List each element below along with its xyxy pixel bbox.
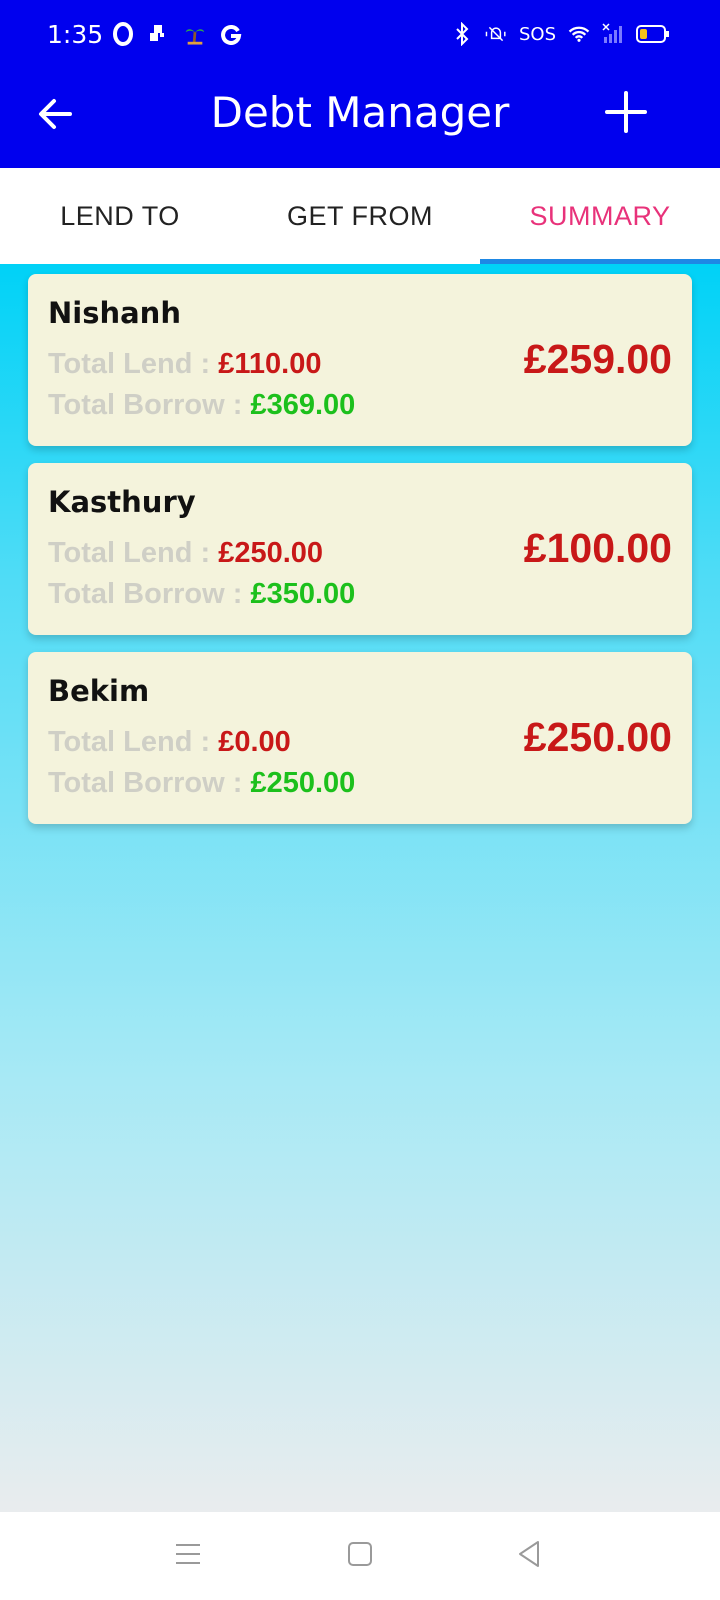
total-borrow-label: Total Borrow :: [48, 767, 251, 799]
tab-summary[interactable]: SUMMARY: [480, 168, 720, 264]
signal-icon: [602, 22, 624, 46]
summary-card[interactable]: Bekim Total Lend : £0.00 Total Borrow : …: [28, 652, 692, 824]
total-borrow-row: Total Borrow : £369.00: [48, 389, 355, 422]
summary-card[interactable]: Kasthury Total Lend : £250.00 Total Borr…: [28, 463, 692, 635]
total-lend-label: Total Lend :: [48, 726, 219, 758]
tab-get-from[interactable]: GET FROM: [240, 168, 480, 264]
total-borrow-label: Total Borrow :: [48, 389, 251, 421]
total-borrow-value: £250.00: [250, 767, 356, 799]
wifi-icon: [568, 22, 590, 46]
total-lend-value: £0.00: [218, 726, 291, 758]
summary-list: Nishanh Total Lend : £110.00 Total Borro…: [0, 264, 720, 1512]
total-lend-row: Total Lend : £110.00: [48, 348, 321, 381]
system-nav-bar: [0, 1512, 720, 1600]
bluetooth-icon: [451, 22, 473, 46]
total-lend-row: Total Lend : £250.00: [48, 537, 323, 570]
back-nav-button[interactable]: [514, 1538, 546, 1570]
google-icon: [220, 22, 242, 46]
notification-icon: [148, 22, 170, 46]
vibrate-mute-icon: [485, 22, 507, 46]
status-left-icons: [112, 22, 242, 46]
net-total: £100.00: [523, 525, 672, 571]
total-borrow-row: Total Borrow : £250.00: [48, 767, 355, 800]
tab-lend-to[interactable]: LEND TO: [0, 168, 240, 264]
home-square-icon: [348, 1542, 372, 1566]
total-borrow-label: Total Borrow :: [48, 578, 251, 610]
total-lend-value: £110.00: [218, 348, 322, 380]
sos-indicator: SOS: [518, 23, 556, 45]
total-lend-label: Total Lend :: [48, 537, 219, 569]
total-borrow-value: £369.00: [250, 389, 356, 421]
person-name: Nishanh: [48, 296, 181, 330]
palm-tree-icon: [184, 22, 206, 46]
total-lend-value: £250.00: [218, 537, 324, 569]
total-lend-row: Total Lend : £0.00: [48, 726, 291, 759]
net-total: £259.00: [523, 336, 672, 382]
menu-nav-button[interactable]: [172, 1538, 204, 1570]
app-bar: Debt Manager: [0, 72, 720, 168]
summary-card[interactable]: Nishanh Total Lend : £110.00 Total Borro…: [28, 274, 692, 446]
status-bar: 1:35 SOS: [0, 0, 720, 72]
person-name: Bekim: [48, 674, 150, 708]
battery-icon: [636, 22, 670, 46]
menu-icon: [176, 1544, 200, 1564]
status-time: 1:35: [47, 20, 104, 49]
total-lend-label: Total Lend :: [48, 348, 219, 380]
opera-icon: [112, 22, 134, 46]
total-borrow-value: £350.00: [250, 578, 356, 610]
status-right-icons: SOS: [451, 22, 670, 46]
total-borrow-row: Total Borrow : £350.00: [48, 578, 355, 611]
plus-icon: [605, 91, 647, 133]
add-button[interactable]: [602, 88, 650, 136]
home-nav-button[interactable]: [344, 1538, 376, 1570]
tab-bar: LEND TO GET FROM SUMMARY: [0, 168, 720, 264]
back-triangle-icon: [519, 1541, 539, 1567]
person-name: Kasthury: [48, 485, 196, 519]
net-total: £250.00: [523, 714, 672, 760]
